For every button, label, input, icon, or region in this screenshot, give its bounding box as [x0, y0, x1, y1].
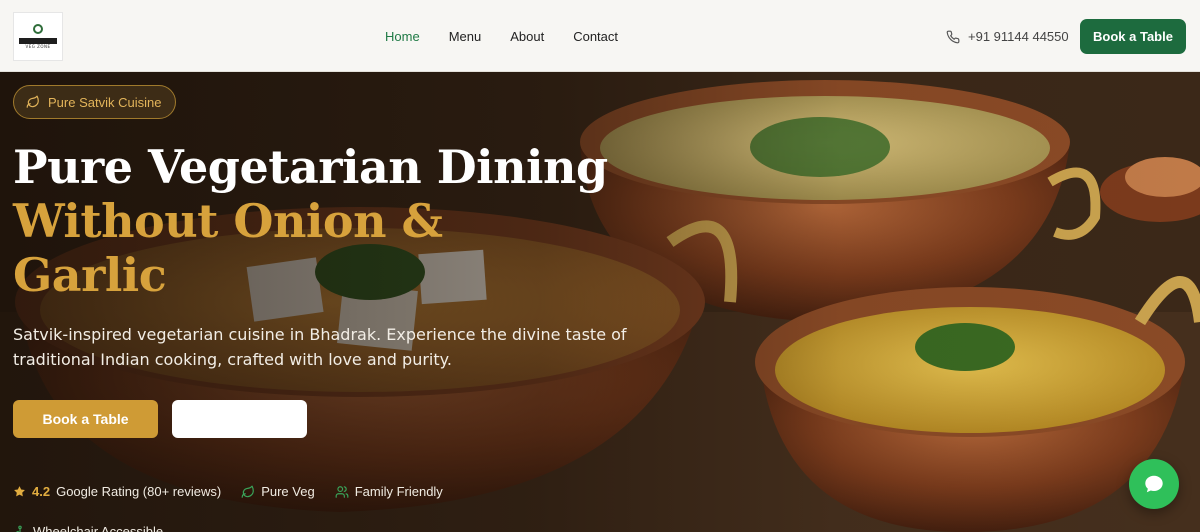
hero-title-line1: Pure Vegetarian Dining	[13, 140, 608, 194]
rating-text: Google Rating (80+ reviews)	[56, 484, 222, 499]
chat-icon	[1145, 475, 1163, 493]
nav-home-link[interactable]: Home	[385, 29, 420, 45]
feature-family-friendly-label: Family Friendly	[354, 484, 443, 499]
family-icon	[335, 485, 349, 498]
hero-title: Pure Vegetarian Dining Without Onion & G…	[13, 140, 653, 302]
wheelchair-icon	[15, 525, 25, 532]
star-icon	[14, 486, 25, 497]
nav-about-link[interactable]: About	[510, 29, 544, 45]
feature-pure-veg: Pure Veg	[241, 484, 315, 499]
feature-family-friendly: Family Friendly	[335, 484, 443, 499]
logo[interactable]: VEG ZONE	[13, 12, 63, 61]
logo-icon: VEG ZONE	[17, 23, 59, 50]
hero-secondary-button[interactable]	[172, 400, 307, 438]
hero-badge-label: Pure Satvik Cuisine	[48, 94, 162, 110]
leaf-icon	[241, 485, 255, 498]
feature-wheelchair-label: Wheelchair Accessible	[33, 524, 164, 532]
chat-button[interactable]	[1129, 459, 1179, 509]
nav-contact-link[interactable]: Contact	[573, 29, 618, 45]
google-rating: 4.2 Google Rating (80+ reviews)	[13, 484, 221, 499]
hero-subtitle: Satvik-inspired vegetarian cuisine in Bh…	[13, 325, 627, 369]
feature-wheelchair: Wheelchair Accessible	[13, 524, 163, 532]
main-menu: Home Menu About Contact	[385, 29, 647, 45]
hero-title-line2: Without Onion &	[13, 194, 443, 248]
top-navbar: VEG ZONE Home Menu About Contact +91 911…	[0, 0, 1200, 72]
feature-pure-veg-label: Pure Veg	[261, 484, 315, 499]
hero-book-table-button[interactable]: Book a Table	[13, 400, 158, 438]
leaf-icon	[26, 95, 39, 108]
phone-number: +91 91144 44550	[968, 29, 1069, 44]
phone-contact[interactable]: +91 91144 44550	[946, 29, 1069, 44]
phone-icon	[946, 30, 960, 43]
nav-menu-link[interactable]: Menu	[449, 29, 482, 45]
logo-text: VEG ZONE	[25, 43, 51, 49]
hero-badge: Pure Satvik Cuisine	[13, 85, 177, 119]
rating-value: 4.2	[32, 484, 51, 499]
hero-features: 4.2 Google Rating (80+ reviews) Pure Veg…	[13, 484, 463, 499]
hero-title-line3: Garlic	[13, 248, 167, 302]
hero-section: Pure Satvik Cuisine Pure Vegetarian Dini…	[0, 72, 1200, 532]
nav-book-table-button[interactable]: Book a Table	[1080, 19, 1186, 54]
